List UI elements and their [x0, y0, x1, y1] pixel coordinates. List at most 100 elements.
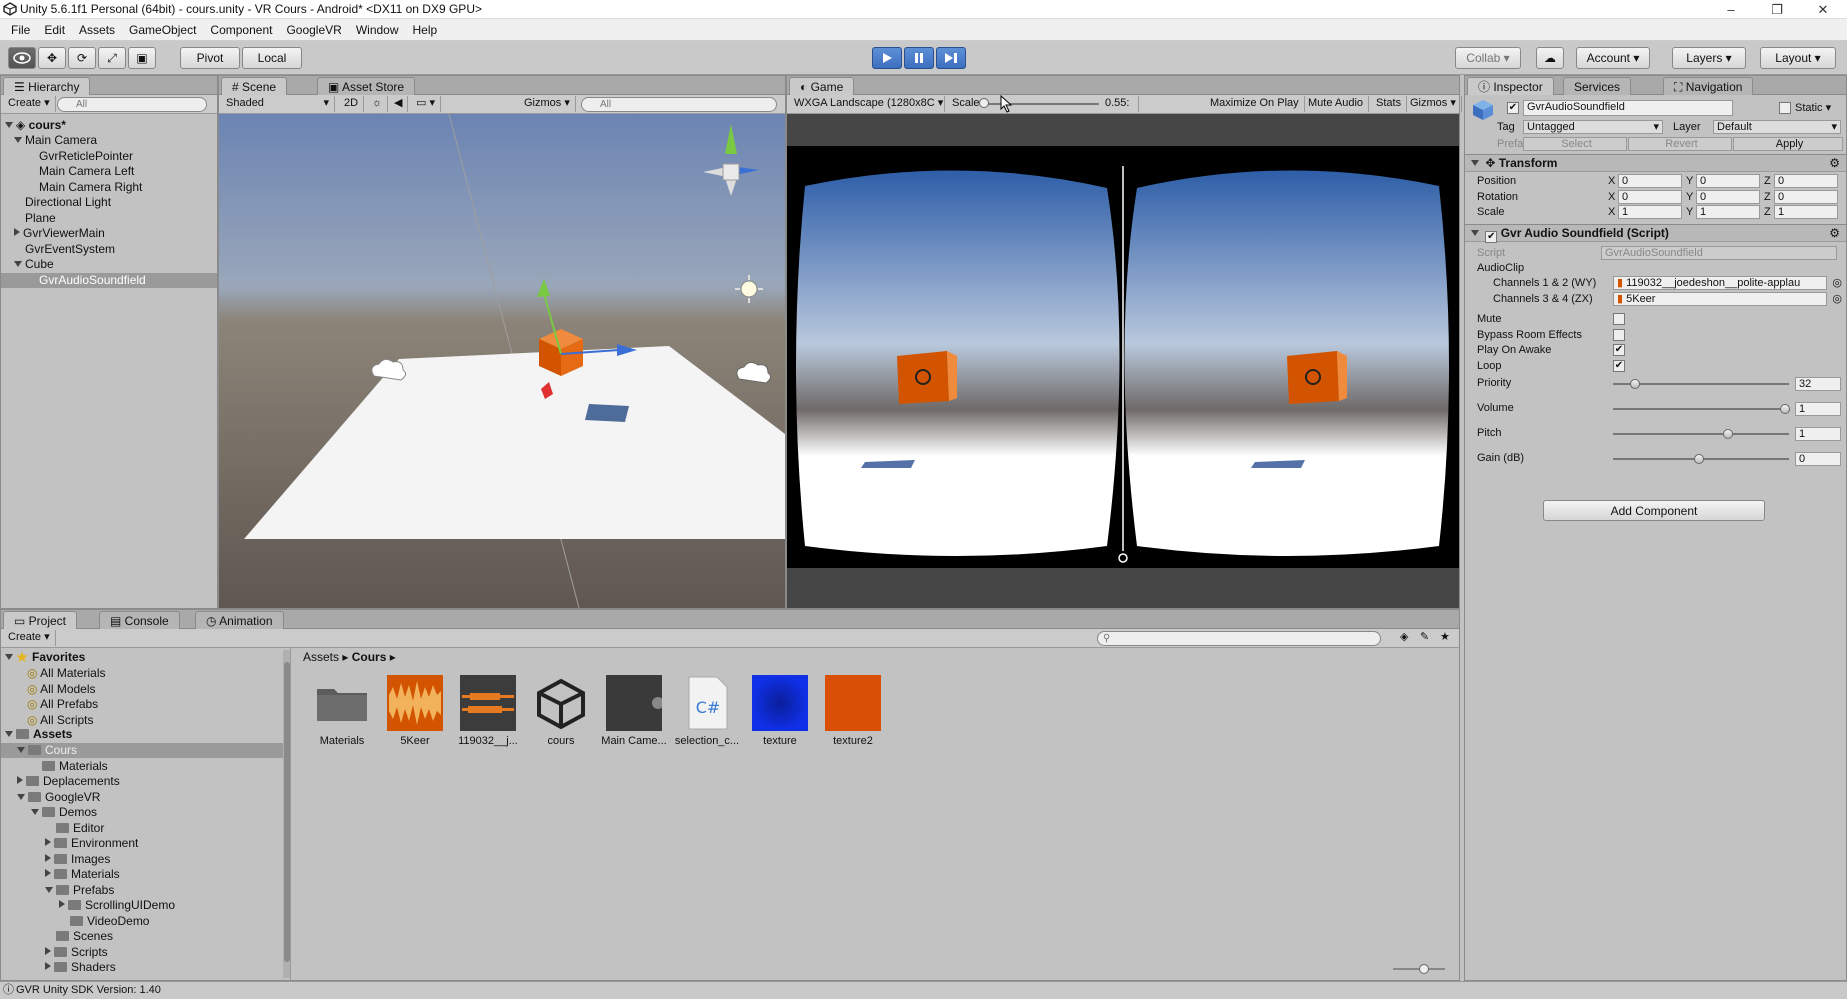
pause-button[interactable] [904, 47, 934, 69]
expand-icon[interactable] [17, 793, 25, 800]
slider-knob[interactable] [1780, 404, 1790, 414]
maximize-on-play-toggle[interactable]: Maximize On Play [1205, 96, 1305, 112]
project-folder-item[interactable]: VideoDemo [1, 914, 283, 929]
tab-game[interactable]: ◐ Game [789, 77, 855, 95]
favorite-item[interactable]: ◎ All Models [27, 682, 96, 697]
transform-x-field[interactable]: 0 [1618, 189, 1682, 204]
close-button[interactable]: ✕ [1803, 0, 1843, 19]
favorites-star-icon[interactable]: ★ [1435, 630, 1455, 646]
hierarchy-item[interactable]: GvrReticlePointer [1, 149, 217, 164]
hierarchy-item[interactable]: GvrAudioSoundfield [1, 272, 217, 288]
project-folder-item[interactable]: Materials [1, 759, 283, 774]
account-dropdown[interactable]: Account ▾ [1576, 47, 1650, 69]
project-folder-item[interactable]: Cours [1, 743, 283, 758]
slider-value-field[interactable]: 1 [1795, 427, 1841, 441]
menu-help[interactable]: Help [406, 23, 445, 37]
minimize-button[interactable]: – [1711, 0, 1751, 19]
slider-track[interactable] [1613, 433, 1789, 435]
scene-root[interactable]: ◈ cours* [5, 118, 66, 133]
expand-icon[interactable] [17, 747, 25, 753]
hierarchy-item[interactable]: Main Camera Right [1, 180, 217, 195]
prefab-revert-button[interactable]: Revert [1628, 137, 1732, 151]
active-checkbox[interactable]: ✔ [1507, 102, 1519, 114]
collapsed-icon[interactable] [45, 838, 51, 846]
2d-toggle[interactable]: 2D [339, 96, 365, 112]
rotate-tool-button[interactable]: ⟳ [68, 47, 96, 69]
asset-item[interactable]: C# selection_c... [672, 675, 742, 747]
favorite-item[interactable]: ◎ All Materials [27, 666, 106, 681]
collab-button[interactable]: Collab ▾ [1455, 47, 1521, 69]
favorites-root[interactable]: Favorites [5, 650, 85, 665]
project-folder-item[interactable]: ScrollingUIDemo [1, 898, 283, 913]
layers-dropdown[interactable]: Layers ▾ [1672, 47, 1746, 69]
scene-gizmos-dropdown[interactable]: Gizmos ▾ [519, 96, 576, 112]
filter-by-label-icon[interactable]: ✎ [1415, 630, 1434, 646]
menu-file[interactable]: File [4, 23, 37, 37]
tree-scrollbar[interactable] [283, 650, 290, 978]
hierarchy-item[interactable]: GvrEventSystem [1, 242, 217, 257]
scale-slider[interactable]: Scale 0.55: [947, 96, 1139, 112]
collapsed-icon[interactable] [45, 962, 51, 970]
slider-value-field[interactable]: 1 [1795, 402, 1841, 416]
slider-knob[interactable] [1723, 429, 1734, 439]
expand-icon[interactable] [14, 261, 22, 267]
resolution-dropdown[interactable]: WXGA Landscape (1280x8C ▾ [789, 96, 945, 112]
project-search-input[interactable]: ⚲ [1097, 631, 1381, 646]
menu-googlevr[interactable]: GoogleVR [279, 23, 348, 37]
collapsed-icon[interactable] [17, 776, 23, 784]
filter-by-type-icon[interactable]: ◈ [1395, 630, 1413, 646]
slider-value-field[interactable]: 0 [1795, 452, 1841, 466]
slider-knob[interactable] [1630, 379, 1641, 389]
tab-project[interactable]: ▭ Project [3, 611, 78, 629]
expand-icon[interactable] [14, 137, 22, 143]
game-viewport[interactable] [787, 146, 1459, 568]
project-folder-item[interactable]: Scenes [1, 929, 283, 944]
tree-scrollbar-thumb[interactable] [284, 662, 290, 962]
project-folder-item[interactable]: Shaders [1, 960, 283, 975]
expand-icon[interactable] [31, 809, 39, 815]
channels-12-field[interactable]: ▮ 119032__joedeshon__polite-applau [1613, 276, 1827, 290]
slider-knob[interactable] [1694, 454, 1704, 464]
hierarchy-item[interactable]: Cube [1, 257, 217, 272]
project-folder-item[interactable]: Environment [1, 836, 283, 851]
object-name-input[interactable]: GvrAudioSoundfield [1523, 100, 1733, 116]
script-enabled-checkbox[interactable]: ✔ [1485, 231, 1498, 243]
tab-inspector[interactable]: ⓘ Inspector [1467, 77, 1554, 95]
transform-y-field[interactable]: 1 [1696, 205, 1760, 219]
tab-console[interactable]: ▤ Console [99, 611, 180, 629]
local-toggle[interactable]: Local [242, 47, 302, 69]
tab-navigation[interactable]: ⛶ Navigation [1663, 77, 1754, 95]
transform-y-field[interactable]: 0 [1696, 189, 1760, 204]
asset-item[interactable]: cours [526, 675, 596, 747]
project-folder-item[interactable]: Materials [1, 867, 283, 882]
hierarchy-item[interactable]: Main Camera Left [1, 164, 217, 179]
component-settings-gear-icon[interactable]: ⚙ [1829, 225, 1840, 242]
asset-item[interactable]: 5Keer [380, 675, 450, 747]
tag-dropdown[interactable]: Untagged ▾ [1523, 120, 1663, 134]
collapsed-icon[interactable] [14, 228, 20, 236]
asset-item[interactable]: texture [745, 675, 815, 747]
breadcrumb-assets[interactable]: Assets [303, 650, 339, 664]
move-tool-button[interactable]: ✥ [38, 47, 66, 69]
hand-tool-button[interactable] [8, 47, 36, 69]
menu-window[interactable]: Window [349, 23, 406, 37]
rect-tool-button[interactable]: ▣ [128, 47, 156, 69]
hierarchy-item[interactable]: Plane [1, 211, 217, 226]
static-checkbox[interactable] [1779, 102, 1791, 114]
prefab-apply-button[interactable]: Apply [1733, 137, 1843, 151]
transform-z-field[interactable]: 0 [1774, 174, 1838, 188]
mute-audio-toggle[interactable]: Mute Audio [1303, 96, 1370, 112]
project-folder-item[interactable]: Scripts [1, 945, 283, 960]
stats-toggle[interactable]: Stats [1371, 96, 1408, 112]
assets-root[interactable]: Assets [5, 727, 72, 742]
scene-viewport[interactable] [219, 114, 785, 608]
add-component-button[interactable]: Add Component [1543, 500, 1765, 521]
transform-x-field[interactable]: 0 [1618, 174, 1682, 188]
menu-component[interactable]: Component [203, 23, 279, 37]
hierarchy-item[interactable]: Directional Light [1, 195, 217, 210]
asset-item[interactable]: Materials [307, 675, 377, 747]
audio-toggle[interactable]: ◀ [389, 96, 409, 112]
project-folder-item[interactable]: Images [1, 852, 283, 867]
transform-z-field[interactable]: 0 [1774, 189, 1838, 204]
transform-z-field[interactable]: 1 [1774, 205, 1838, 219]
